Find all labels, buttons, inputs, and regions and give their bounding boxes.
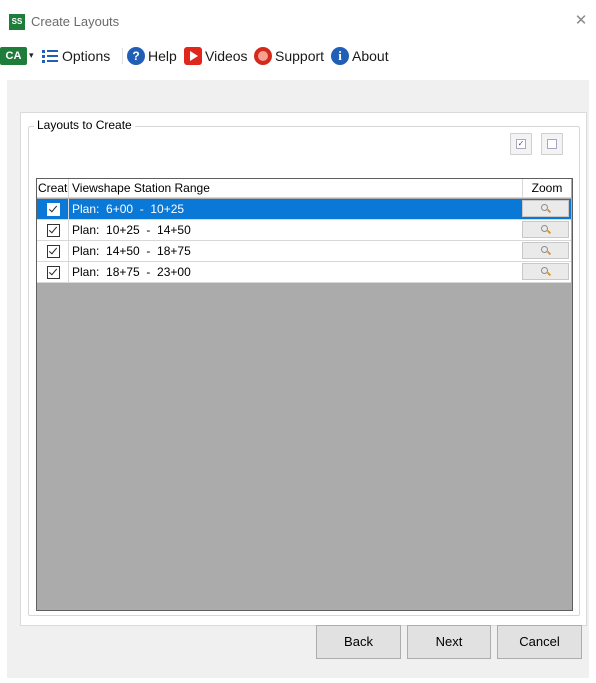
videos-button[interactable]: Videos [184, 45, 248, 67]
help-label: Help [148, 48, 177, 64]
options-label: Options [62, 48, 111, 64]
list-icon [41, 47, 59, 65]
info-icon: i [331, 47, 349, 65]
create-checkbox[interactable] [47, 245, 60, 258]
videos-label: Videos [205, 48, 248, 64]
table-row[interactable]: Plan: 18+75 - 23+00 [37, 262, 571, 283]
create-cell[interactable] [37, 241, 68, 261]
help-icon: ? [127, 47, 145, 65]
help-button[interactable]: ? Help [127, 45, 177, 67]
close-button[interactable]: ✕ [572, 12, 590, 30]
app-logo-icon: SS [9, 14, 25, 30]
about-button[interactable]: i About [331, 45, 389, 67]
uncheck-all-button[interactable] [541, 133, 563, 155]
table-row[interactable]: Plan: 14+50 - 18+75 [37, 241, 571, 262]
cancel-button[interactable]: Cancel [497, 625, 582, 659]
create-cell[interactable] [37, 199, 68, 219]
toolbar-divider [122, 48, 123, 64]
create-cell[interactable] [37, 220, 68, 240]
station-range: Plan: 10+25 - 14+50 [72, 223, 191, 237]
create-checkbox[interactable] [47, 203, 60, 216]
group-title: Layouts to Create [34, 116, 135, 134]
table-row[interactable]: Plan: 6+00 - 10+25 [37, 199, 571, 220]
support-button[interactable]: Support [254, 45, 324, 67]
create-checkbox[interactable] [47, 224, 60, 237]
about-label: About [352, 48, 389, 64]
create-checkbox[interactable] [47, 266, 60, 279]
options-button[interactable]: Options [41, 45, 110, 67]
column-header-zoom[interactable]: Zoom [522, 179, 571, 197]
zoom-button[interactable] [522, 263, 569, 280]
zoom-button[interactable] [522, 200, 569, 217]
zoom-button[interactable] [522, 221, 569, 238]
station-range: Plan: 14+50 - 18+75 [72, 244, 191, 258]
checkbox-empty-icon [547, 139, 557, 149]
back-button[interactable]: Back [316, 625, 401, 659]
support-label: Support [275, 48, 325, 64]
column-header-create[interactable]: Create [38, 179, 68, 197]
table-row[interactable]: Plan: 10+25 - 14+50 [37, 220, 571, 241]
create-cell[interactable] [37, 262, 68, 282]
video-icon [184, 47, 202, 65]
ca-logo-button[interactable]: CA [0, 47, 27, 65]
next-button[interactable]: Next [407, 625, 491, 659]
window-title: Create Layouts [31, 14, 120, 29]
toolbar: CA ▾ Options ? Help Videos Support i Abo… [0, 42, 596, 70]
chevron-down-icon[interactable]: ▾ [29, 49, 34, 61]
zoom-button[interactable] [522, 242, 569, 259]
station-range: Plan: 18+75 - 23+00 [72, 265, 191, 279]
checkbox-checked-icon: ✓ [516, 139, 526, 149]
column-divider [68, 179, 69, 197]
station-range: Plan: 6+00 - 10+25 [72, 202, 185, 216]
support-icon [254, 47, 272, 65]
check-all-button[interactable]: ✓ [510, 133, 532, 155]
column-header-range[interactable]: Viewshape Station Range [72, 179, 210, 197]
